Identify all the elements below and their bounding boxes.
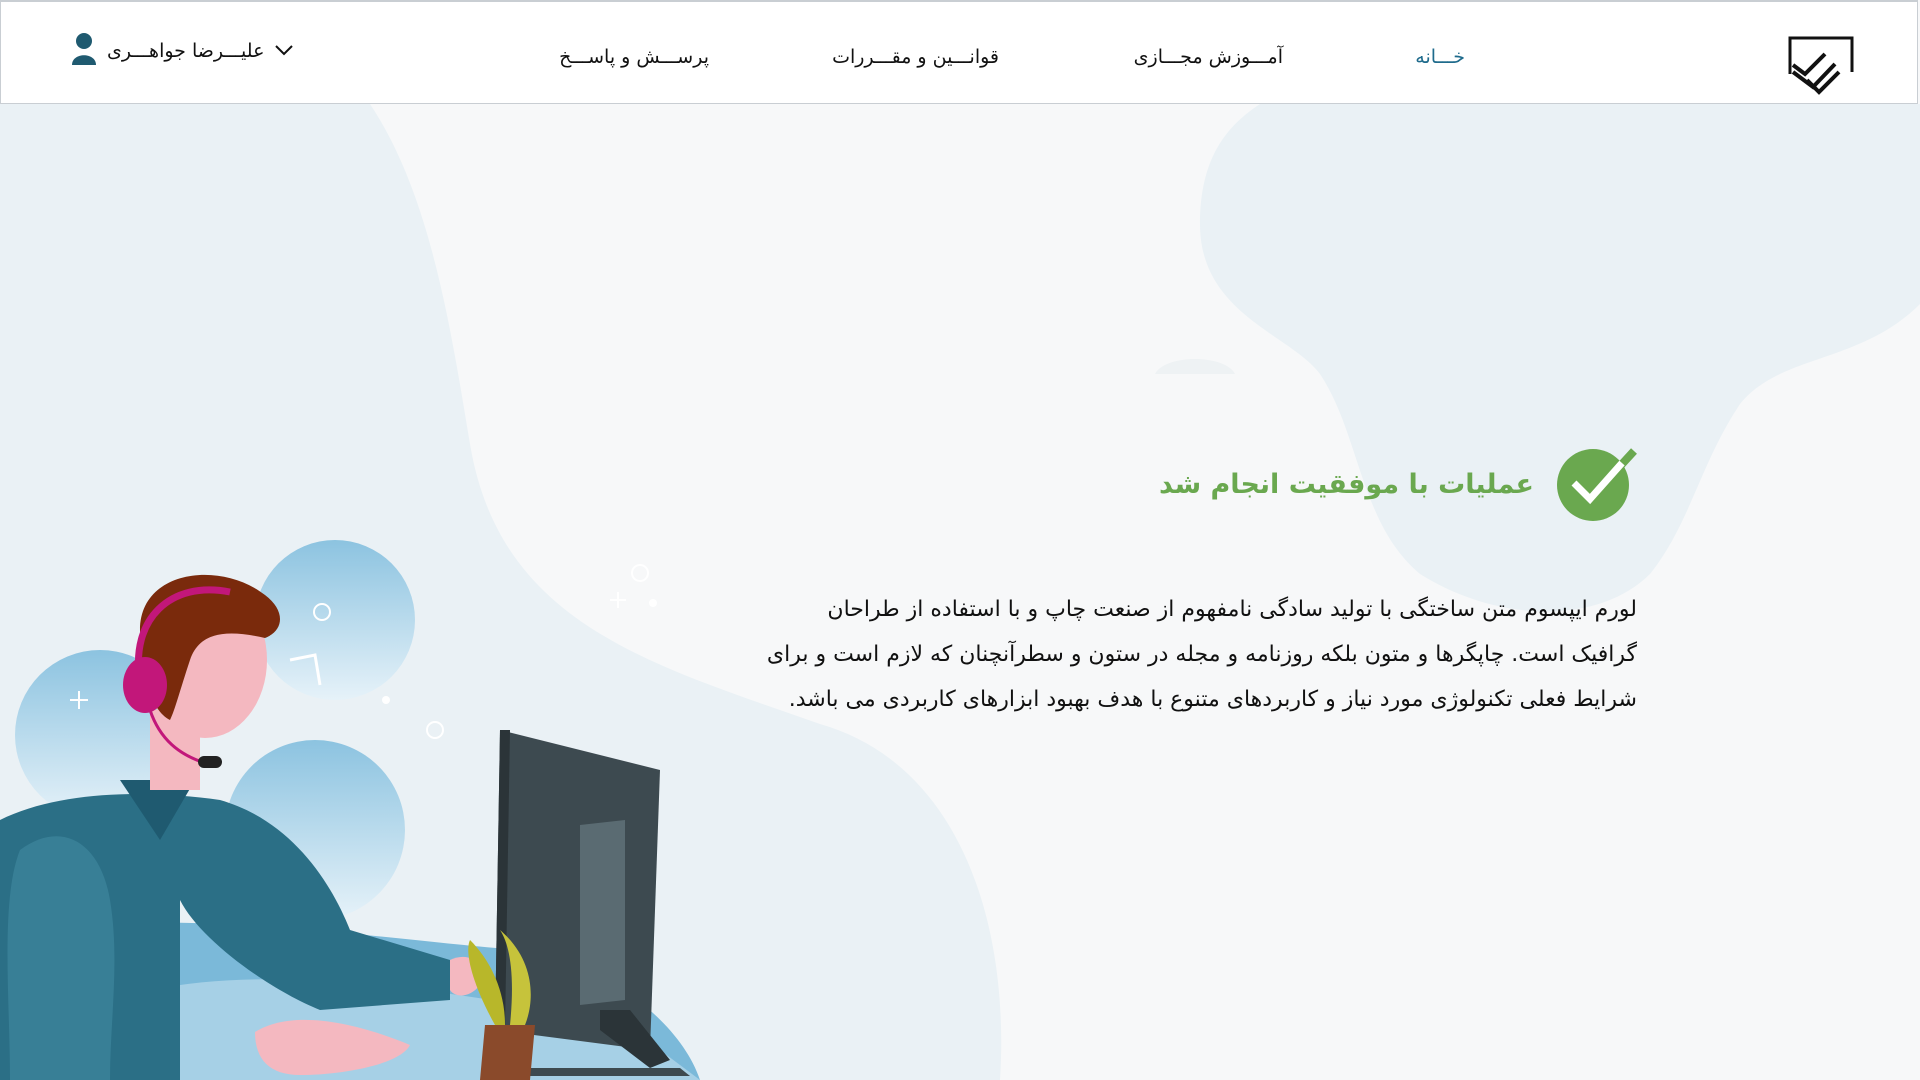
success-message: عملیات با موفقیت انجام شد: [1159, 443, 1638, 525]
nav-home[interactable]: خـــانه: [1415, 46, 1465, 68]
user-name: علیـــرضا جواهـــری: [107, 40, 265, 62]
success-title: عملیات با موفقیت انجام شد: [1158, 468, 1534, 500]
chevron-down-icon[interactable]: [274, 42, 294, 61]
nav-virtual-education[interactable]: آمـــوزش مجـــازی: [1134, 46, 1283, 68]
nav-faq[interactable]: پرســـش و پاســـخ: [559, 46, 709, 68]
support-agent-illustration: [0, 540, 700, 1080]
user-menu[interactable]: علیـــرضا جواهـــری: [71, 32, 294, 70]
nav-rules[interactable]: قوانـــین و مقـــررات: [832, 46, 999, 68]
check-circle-icon: [1556, 443, 1638, 525]
success-description: لورم ایپسوم متن ساختگی با تولید سادگی نا…: [766, 597, 1637, 712]
logo-icon[interactable]: [1785, 32, 1857, 98]
user-icon: [71, 32, 97, 70]
top-navigation-bar: خـــانه آمـــوزش مجـــازی قوانـــین و مق…: [0, 0, 1918, 104]
